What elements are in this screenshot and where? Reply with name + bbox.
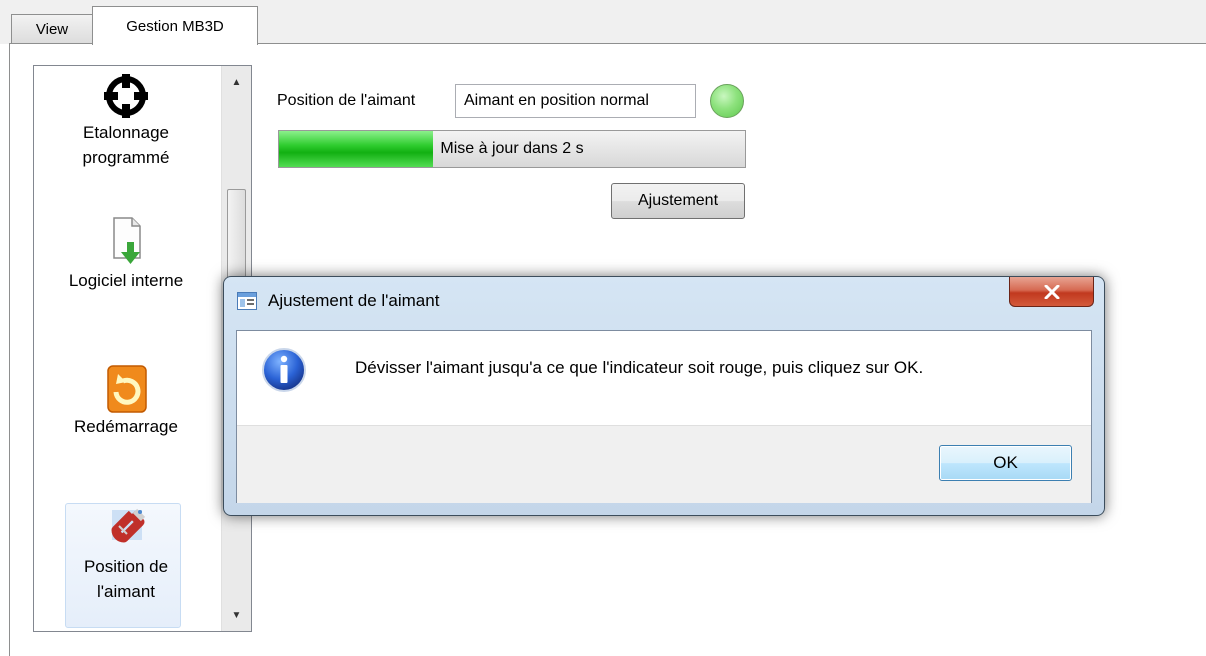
tab-gestion-mb3d[interactable]: Gestion MB3D	[92, 6, 258, 45]
tab-view-label: View	[35, 21, 69, 38]
close-icon	[1044, 284, 1059, 299]
dialog-title: Ajustement de l'aimant	[268, 291, 440, 310]
restart-icon	[107, 365, 147, 413]
progress-text: Mise à jour dans 2 s	[440, 140, 584, 157]
position-field-value: Aimant en position normal	[464, 92, 649, 109]
update-progress-bar: Mise à jour dans 2 s	[278, 130, 746, 168]
dialog-close-button[interactable]	[1009, 277, 1094, 307]
sidebar-item-label: Etalonnage	[82, 123, 170, 142]
tab-gestion-mb3d-label: Gestion MB3D	[126, 17, 224, 35]
status-indicator-light	[710, 84, 744, 118]
tab-view[interactable]: View	[11, 14, 93, 44]
sidebar-item-redemarrage[interactable]: Redémarrage	[34, 362, 218, 439]
firmware-download-icon	[113, 217, 141, 264]
position-label: Position de l'aimant	[277, 92, 416, 109]
sidebar-list: Etalonnage programmé Logiciel interne Re…	[33, 65, 252, 632]
dialog-message-area: Dévisser l'aimant jusqu'a ce que l'indic…	[237, 331, 1091, 425]
sidebar-item-position-aimant[interactable]: Position de l'aimant	[34, 506, 218, 604]
crosshair-icon	[104, 74, 148, 118]
tab-bar: View Gestion MB3D	[0, 0, 1206, 45]
ok-button[interactable]: OK	[939, 445, 1072, 481]
info-icon	[262, 348, 306, 392]
scroll-up-arrow-icon[interactable]: ▲	[222, 72, 251, 92]
dialog-body: Dévisser l'aimant jusqu'a ce que l'indic…	[236, 330, 1092, 503]
dialog-footer: OK	[237, 425, 1091, 503]
window-icon	[237, 292, 257, 310]
position-field[interactable]: Aimant en position normal	[455, 84, 696, 118]
magnet-icon	[111, 508, 146, 543]
sidebar-item-etalonnage[interactable]: Etalonnage programmé	[34, 72, 218, 170]
sidebar-item-logiciel-interne[interactable]: Logiciel interne	[34, 214, 218, 293]
sidebar-item-label: l'aimant	[96, 582, 156, 601]
dialog-message: Dévisser l'aimant jusqu'a ce que l'indic…	[355, 358, 924, 377]
ajustement-button[interactable]: Ajustement	[611, 183, 745, 219]
scroll-down-arrow-icon[interactable]: ▼	[222, 605, 251, 625]
sidebar-item-label: Position de	[83, 557, 169, 576]
sidebar-item-label: Logiciel interne	[68, 271, 184, 290]
adjust-magnet-dialog: Ajustement de l'aimant Dévisser l'aimant…	[223, 276, 1105, 516]
sidebar-item-label: Redémarrage	[74, 417, 178, 436]
sidebar-item-label: programmé	[82, 148, 170, 167]
